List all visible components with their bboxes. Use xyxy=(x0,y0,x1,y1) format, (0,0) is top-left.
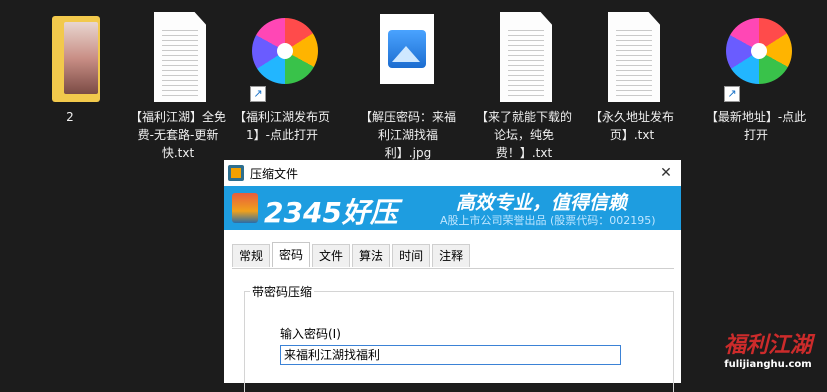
file-label: 【解压密码：来福利江湖找福利】.jpg xyxy=(359,110,456,160)
password-input[interactable]: 来福利江湖找福利 xyxy=(280,345,621,365)
file-label: 【永久地址发布页】.txt xyxy=(589,110,674,142)
file-folder-2[interactable]: 2 xyxy=(18,8,122,126)
dialog-title: 压缩文件 xyxy=(250,166,299,181)
text-file-icon xyxy=(472,8,576,104)
tab-password[interactable]: 密码 xyxy=(272,242,311,267)
file-shortcut-latest-address[interactable]: ↗ 【最新地址】-点此打开 xyxy=(704,8,808,144)
file-label: 【福利江湖发布页1】-点此打开 xyxy=(233,110,330,142)
shortcut-arrow-icon: ↗ xyxy=(250,86,266,102)
haozip-logo-icon xyxy=(232,193,258,223)
tab-time[interactable]: 时间 xyxy=(392,244,431,267)
tab-algorithm[interactable]: 算法 xyxy=(352,244,391,267)
file-label: 【最新地址】-点此打开 xyxy=(705,110,807,142)
close-button[interactable]: ✕ xyxy=(651,160,681,186)
tab-comment[interactable]: 注释 xyxy=(432,244,471,267)
site-watermark: 福利江湖 fulijianghu.com xyxy=(713,333,823,379)
file-label: 【来了就能下载的论坛，纯免费！】.txt xyxy=(475,110,572,160)
shortcut-arrow-icon: ↗ xyxy=(724,86,740,102)
file-txt-full-free[interactable]: 【福利江湖】全免费-无套路-更新快.txt xyxy=(126,8,230,162)
brand-banner: 2345好压 高效专业，值得信赖 A股上市公司荣誉出品 (股票代码：002195… xyxy=(224,186,681,230)
file-txt-forum[interactable]: 【来了就能下载的论坛，纯免费！】.txt xyxy=(472,8,576,162)
image-file-icon xyxy=(356,8,460,104)
archive-app-icon xyxy=(228,165,244,181)
brand-logo-text: 2345好压 xyxy=(264,196,398,229)
dialog-titlebar[interactable]: 压缩文件 ✕ xyxy=(224,160,681,186)
file-label: 2 xyxy=(66,110,74,124)
file-shortcut-publish-page[interactable]: ↗ 【福利江湖发布页1】-点此打开 xyxy=(230,8,334,144)
watermark-url: fulijianghu.com xyxy=(724,359,812,370)
browser-shortcut-icon: ↗ xyxy=(704,8,808,104)
compress-dialog: 压缩文件 ✕ 2345好压 高效专业，值得信赖 A股上市公司荣誉出品 (股票代码… xyxy=(224,160,681,392)
browser-shortcut-icon: ↗ xyxy=(230,8,334,104)
file-jpg-password[interactable]: 【解压密码：来福利江湖找福利】.jpg xyxy=(356,8,460,162)
file-label: 【福利江湖】全免费-无套路-更新快.txt xyxy=(129,110,226,160)
text-file-icon xyxy=(126,8,230,104)
tab-general[interactable]: 常规 xyxy=(232,244,271,267)
watermark-logo: 福利江湖 xyxy=(723,333,812,358)
pinwheel-icon xyxy=(726,18,792,84)
brand-slogan: 高效专业，值得信赖 xyxy=(456,192,628,214)
tab-files[interactable]: 文件 xyxy=(312,244,351,267)
pinwheel-icon xyxy=(252,18,318,84)
folder-icon xyxy=(18,8,122,104)
text-file-icon xyxy=(580,8,684,104)
file-txt-permanent-address[interactable]: 【永久地址发布页】.txt xyxy=(580,8,684,144)
password-group-title: 带密码压缩 xyxy=(250,283,315,300)
photo-thumbnail xyxy=(64,22,98,94)
password-panel: 带密码压缩 输入密码(I) 来福利江湖找福利 xyxy=(232,268,674,392)
dialog-tabs: 常规 密码 文件 算法 时间 注释 xyxy=(232,242,472,268)
brand-subline: A股上市公司荣誉出品 (股票代码：002195) xyxy=(440,214,656,227)
password-label: 输入密码(I) xyxy=(280,327,341,341)
